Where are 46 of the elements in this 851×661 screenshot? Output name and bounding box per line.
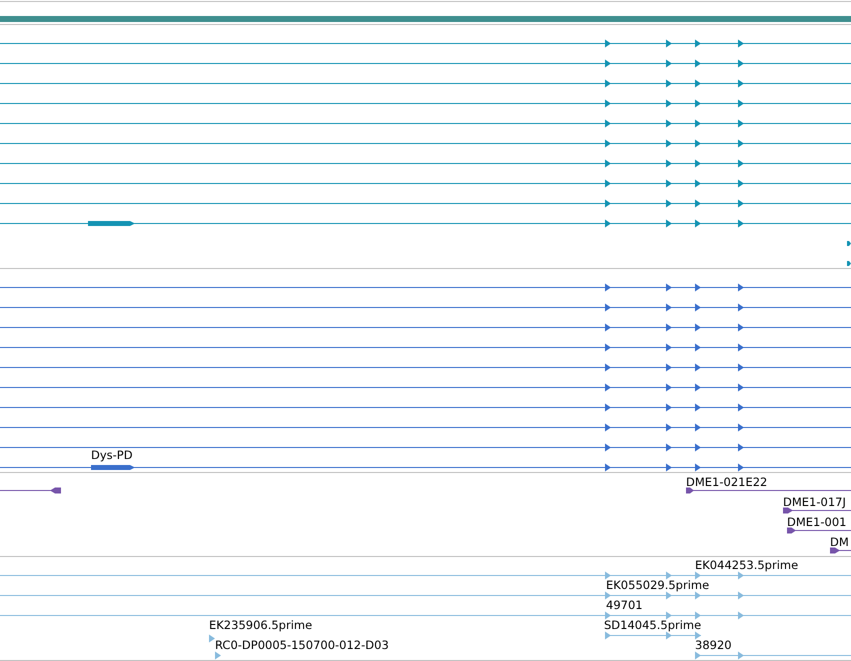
feature-label: EK044253.5prime <box>695 558 798 572</box>
feature-label: RC0-DP0005-150700-012-D03 <box>215 638 389 652</box>
clone-feature[interactable] <box>786 528 851 534</box>
feature-mark[interactable] <box>847 261 851 266</box>
transcript-feature[interactable] <box>0 304 851 312</box>
est-feature[interactable] <box>0 592 851 600</box>
feature-label: Dys-PD <box>91 448 133 462</box>
est-feature[interactable] <box>0 572 851 580</box>
feature-label: 38920 <box>695 638 732 652</box>
transcript-feature[interactable] <box>0 220 851 228</box>
clone-feature[interactable] <box>830 548 851 554</box>
feature-label: 49701 <box>606 598 643 612</box>
feature-mark[interactable] <box>215 652 221 660</box>
transcript-feature[interactable] <box>0 384 851 392</box>
transcript-feature[interactable] <box>0 120 851 128</box>
transcript-feature[interactable] <box>0 160 851 168</box>
feature-label: DME1-017J <box>783 495 846 509</box>
feature-label: EK235906.5prime <box>209 618 312 632</box>
feature-label: DME1-021E22 <box>686 475 768 489</box>
feature-mark[interactable] <box>209 634 215 642</box>
transcript-feature[interactable] <box>0 404 851 412</box>
transcript-feature[interactable] <box>0 40 851 48</box>
est-feature[interactable] <box>604 632 702 640</box>
feature-label: SD14045.5prime <box>604 618 702 632</box>
transcript-feature[interactable] <box>0 284 851 292</box>
clone-feature[interactable] <box>0 488 62 494</box>
clone-feature[interactable] <box>782 508 851 514</box>
transcript-feature[interactable] <box>0 364 851 372</box>
transcript-feature[interactable] <box>0 344 851 352</box>
feature-label: EK055029.5prime <box>606 578 710 592</box>
transcript-feature[interactable] <box>0 424 851 432</box>
feature-mark[interactable] <box>847 241 851 246</box>
feature-label: DM <box>830 535 849 549</box>
transcript-feature[interactable] <box>0 180 851 188</box>
est-feature[interactable] <box>694 652 851 660</box>
transcript-feature[interactable] <box>0 140 851 148</box>
transcript-feature[interactable] <box>0 324 851 332</box>
transcript-feature[interactable] <box>0 80 851 88</box>
est-feature[interactable] <box>0 612 851 620</box>
clone-feature[interactable] <box>686 488 851 494</box>
transcript-feature[interactable] <box>0 200 851 208</box>
feature-label: DME1-001 <box>787 515 846 529</box>
transcript-feature[interactable] <box>0 444 851 452</box>
transcript-feature[interactable] <box>0 464 851 472</box>
transcript-feature[interactable] <box>0 100 851 108</box>
transcript-feature[interactable] <box>0 60 851 68</box>
